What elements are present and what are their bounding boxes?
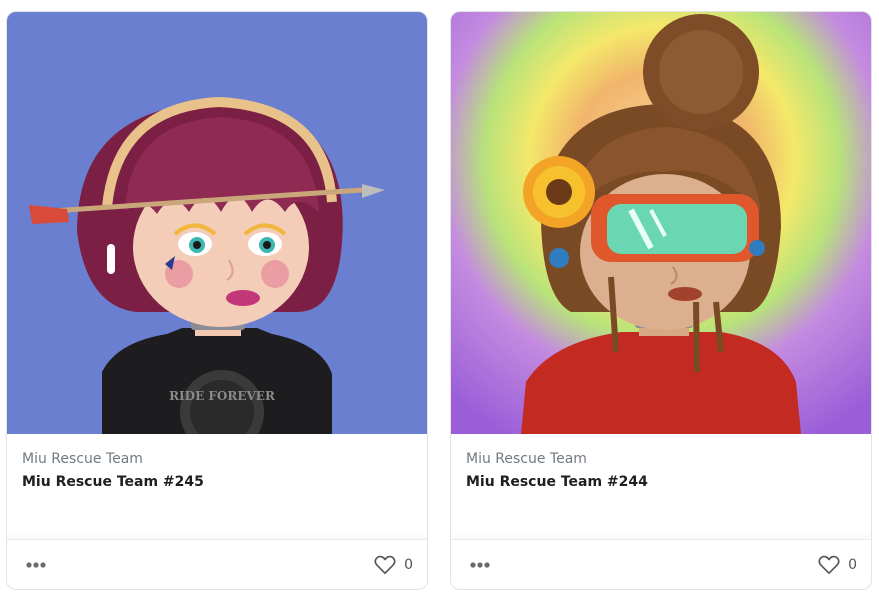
like-count: 0: [848, 557, 857, 573]
item-title[interactable]: Miu Rescue Team #244: [466, 474, 648, 490]
shirt-print-text: RIDE FOREVER: [169, 389, 276, 403]
heart-outline-icon: [818, 555, 840, 574]
like-button[interactable]: 0: [818, 554, 857, 576]
card-footer: 0: [7, 539, 427, 589]
more-dots-icon[interactable]: [24, 555, 50, 575]
item-title[interactable]: Miu Rescue Team #245: [22, 474, 204, 490]
nft-card[interactable]: RIDE FOREVER Miu Rescue Team Miu Rescue …: [6, 11, 428, 590]
more-dots-icon[interactable]: [468, 555, 494, 575]
like-count: 0: [404, 557, 413, 573]
card-footer: 0: [451, 539, 871, 589]
nft-image[interactable]: RIDE FOREVER: [7, 12, 427, 434]
heart-outline-icon: [374, 555, 396, 574]
collection-name[interactable]: Miu Rescue Team: [22, 451, 143, 467]
like-button[interactable]: 0: [374, 554, 413, 576]
nft-image[interactable]: [451, 12, 871, 434]
collection-name[interactable]: Miu Rescue Team: [466, 451, 587, 467]
nft-card[interactable]: Miu Rescue Team Miu Rescue Team #244 0: [450, 11, 872, 590]
